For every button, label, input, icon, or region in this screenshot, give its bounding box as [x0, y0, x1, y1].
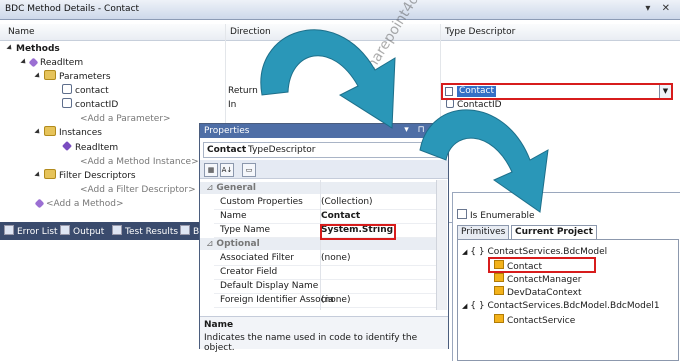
callout-arrows — [260, 29, 549, 213]
arrow-to-type-picker — [419, 109, 549, 213]
arrow-to-properties — [260, 29, 396, 129]
